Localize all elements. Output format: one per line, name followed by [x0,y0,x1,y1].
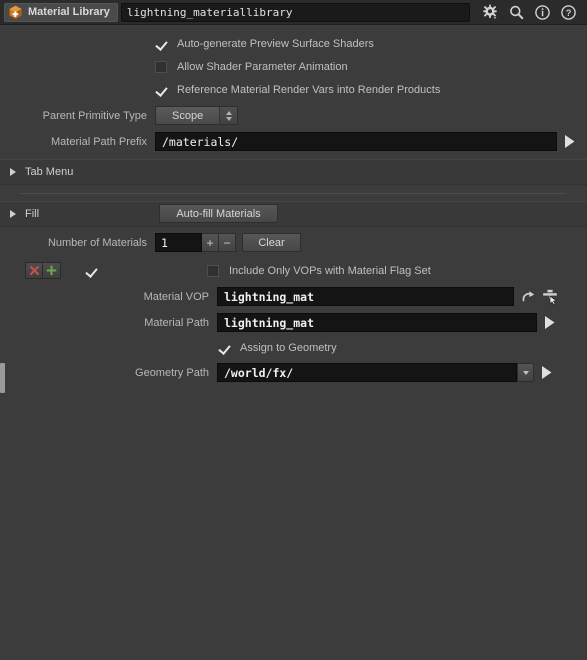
material-path-label: Material Path [144,316,209,329]
jump-to-path-arrow-icon[interactable] [561,133,577,151]
number-of-materials-label: Number of Materials [47,236,147,249]
reload-vop-icon[interactable] [520,288,538,306]
allow-shader-animation-checkbox[interactable] [155,60,167,73]
param-row-allow-shader-animation: Allow Shader Parameter Animation [0,55,587,78]
parent-primitive-type-dropdown[interactable]: Scope [155,106,239,125]
chevron-updown-icon [219,107,238,124]
section-separator [0,185,587,201]
param-row-reference-render-vars: Reference Material Render Vars into Rend… [0,78,587,101]
gear-icon[interactable] [482,4,499,21]
folder-fill-label: Fill [25,208,40,220]
param-row-multiparm-controls: Include Only VOPs with Material Flag Set [0,259,587,282]
multiparm-remove-button[interactable] [25,262,43,279]
param-row-material-path-prefix: Material Path Prefix /materials/ [0,130,587,153]
vertical-scrollbar-thumb[interactable] [0,363,5,393]
param-row-number-of-materials: Number of Materials 1 + − Clear [0,231,587,254]
multiparm-add-button[interactable] [43,262,61,279]
parameter-panel-body: Auto-generate Preview Surface Shaders Al… [0,25,587,660]
svg-text:?: ? [566,8,572,18]
geometry-path-input[interactable]: /world/fx/ [217,363,517,382]
chevron-right-icon [10,210,16,218]
parent-primitive-type-value: Scope [172,109,204,122]
material-path-prefix-label: Material Path Prefix [51,135,147,148]
node-name-input[interactable]: lightning_materiallibrary [120,2,470,22]
assign-to-geometry-checkbox[interactable] [218,342,230,354]
folder-tab-menu-label: Tab Menu [25,166,74,178]
material-vop-label: Material VOP [143,290,209,303]
search-icon[interactable] [508,4,525,21]
param-row-assign-to-geometry: Assign to Geometry [0,336,587,359]
material-vop-input[interactable]: lightning_mat [217,287,514,306]
reference-render-vars-checkbox[interactable] [155,84,167,96]
include-only-vops-checkbox[interactable] [207,264,219,277]
geometry-path-label: Geometry Path [135,366,209,379]
param-row-material-path: Material Path lightning_mat [0,311,587,334]
multiparm-button-group [25,262,61,279]
jump-to-geometry-path-arrow-icon[interactable] [538,364,554,382]
param-row-material-vop: Material VOP lightning_mat [0,285,587,308]
material-path-input[interactable]: lightning_mat [217,313,537,332]
param-row-geometry-path: Geometry Path /world/fx/ [0,361,587,384]
reference-render-vars-label: Reference Material Render Vars into Rend… [177,83,441,96]
auto-fill-materials-button[interactable]: Auto-fill Materials [159,204,278,223]
material-library-node-icon [8,4,23,20]
chevron-right-icon [10,168,16,176]
assign-to-geometry-label: Assign to Geometry [240,341,337,354]
auto-generate-preview-checkbox[interactable] [155,38,167,50]
info-icon[interactable] [534,4,551,21]
node-type-label: Material Library [28,6,110,18]
number-of-materials-increment-button[interactable]: + [202,233,219,252]
number-of-materials-input[interactable]: 1 [155,233,202,252]
param-row-auto-generate-preview: Auto-generate Preview Surface Shaders [0,32,587,55]
folder-fill[interactable]: Fill Auto-fill Materials [0,201,587,227]
header-icon-group: ? [470,4,583,21]
geometry-path-dropdown-button[interactable] [517,363,534,382]
multiparm-enable-checkbox[interactable] [85,265,97,277]
include-only-vops-label: Include Only VOPs with Material Flag Set [229,264,431,277]
pick-node-cursor-icon[interactable] [541,288,559,306]
param-row-parent-primitive-type: Parent Primitive Type Scope [0,104,587,127]
number-of-materials-decrement-button[interactable]: − [219,233,236,252]
folder-tab-menu[interactable]: Tab Menu [0,159,587,185]
allow-shader-animation-label: Allow Shader Parameter Animation [177,60,348,73]
help-icon[interactable]: ? [560,4,577,21]
material-path-prefix-input[interactable]: /materials/ [155,132,557,151]
auto-generate-preview-label: Auto-generate Preview Surface Shaders [177,37,374,50]
parent-primitive-type-label: Parent Primitive Type [42,109,147,122]
panel-header: Material Library lightning_materiallibra… [0,0,587,25]
jump-to-material-path-arrow-icon[interactable] [541,314,557,332]
node-type-chip[interactable]: Material Library [4,2,118,22]
clear-materials-button[interactable]: Clear [242,233,301,252]
